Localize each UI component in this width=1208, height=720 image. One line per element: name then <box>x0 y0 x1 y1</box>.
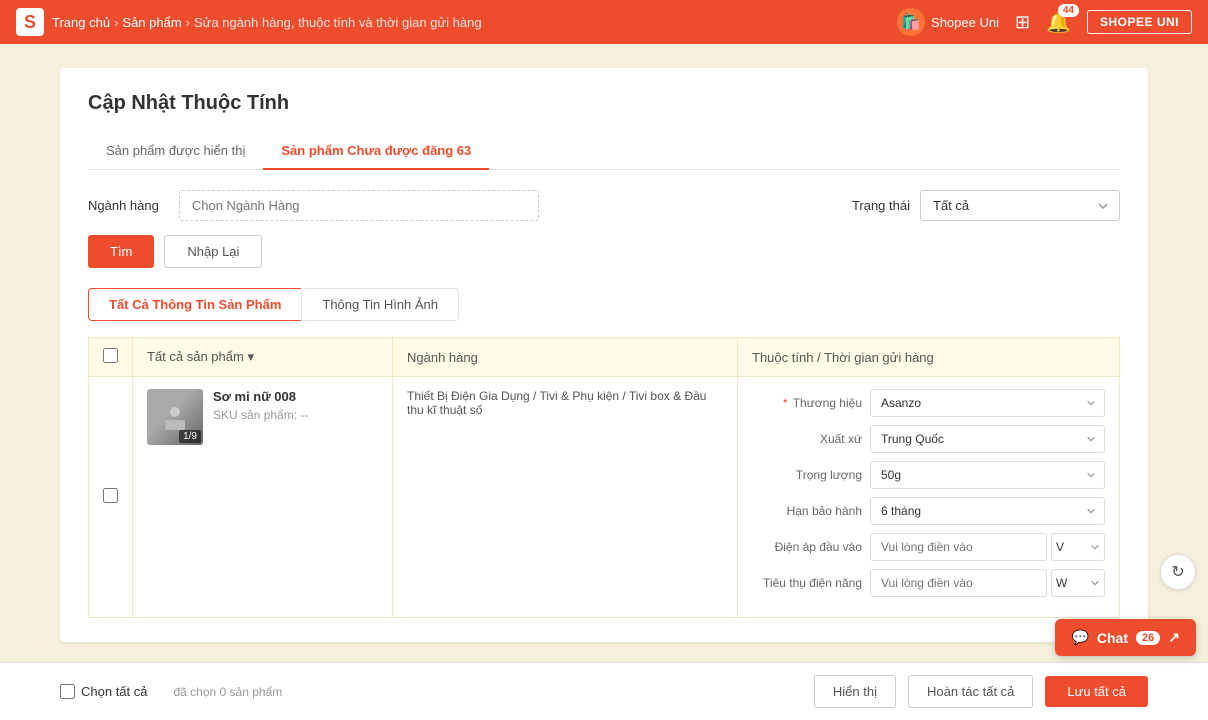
tab-bar: Sản phẩm được hiển thị Sản phẩm Chưa đượ… <box>88 133 1120 170</box>
row-nganh-cell: Thiết Bị Điện Gia Dụng / Tivi & Phụ kiện… <box>393 377 738 618</box>
breadcrumb-products[interactable]: Sản phẩm <box>122 15 181 30</box>
footer-select-all[interactable] <box>60 684 75 699</box>
chat-icon: 💬 <box>1071 629 1088 646</box>
attr-dien-ap: Điện áp đầu vào V <box>752 533 1105 561</box>
tim-button[interactable]: Tìm <box>88 235 154 268</box>
attr-trong-luong-label: Trọng lượng <box>752 468 862 482</box>
attr-thuong-hieu: * Thương hiệu Asanzo <box>752 389 1105 417</box>
side-refresh-icon[interactable]: ↻ <box>1160 554 1196 590</box>
attr-xuat-xu: Xuất xứ Trung Quốc <box>752 425 1105 453</box>
product-cell: 1/9 Sơ mi nữ 008 SKU sản phẩm: -- <box>147 389 378 445</box>
row-product-cell: 1/9 Sơ mi nữ 008 SKU sản phẩm: -- <box>133 377 393 618</box>
notif-badge: 44 <box>1058 4 1079 17</box>
nganh-hang-value: Thiết Bị Điện Gia Dụng / Tivi & Phụ kiện… <box>407 389 723 417</box>
footer-right: Hiển thị Hoàn tác tất cả Lưu tất cả <box>814 675 1148 708</box>
grid-icon[interactable]: ⊞ <box>1015 12 1030 33</box>
select-all-checkbox[interactable] <box>103 348 118 363</box>
product-name: Sơ mi nữ 008 <box>213 389 308 404</box>
seg-tab-all-info[interactable]: Tất Cả Thông Tin Sản Phẩm <box>88 288 301 321</box>
attr-han-bao-hanh-label: Hạn bảo hành <box>752 504 862 518</box>
trang-thai-select[interactable]: Tất cả Đang hoạt động Đã ẩn <box>920 190 1120 221</box>
shopee-logo[interactable]: S <box>16 8 44 36</box>
attr-dien-ap-unit[interactable]: V <box>1051 533 1105 561</box>
action-buttons: Tìm Nhập Lại <box>88 235 1120 268</box>
chat-arrow-icon: ↗ <box>1168 629 1180 646</box>
attr-tieu-thu-input-wrap: W <box>870 569 1105 597</box>
attr-tieu-thu-input[interactable] <box>870 569 1047 597</box>
attr-han-bao-hanh-select[interactable]: 6 tháng <box>870 497 1105 525</box>
filter-row: Ngành hàng Trạng thái Tất cả Đang hoạt đ… <box>88 190 1120 221</box>
attr-dien-ap-label: Điện áp đầu vào <box>752 540 862 554</box>
col-header-product: Tất cả sản phẩm ▾ <box>133 338 393 377</box>
seg-tab-image-info[interactable]: Thông Tin Hình Ảnh <box>301 288 459 321</box>
product-table: Tất cả sản phẩm ▾ Ngành hàng Thuộc tính … <box>88 337 1120 618</box>
shopee-uni-link[interactable]: 🛍️ Shopee Uni <box>897 8 999 36</box>
footer-selected-info: đã chọn 0 sản phẩm <box>174 685 283 699</box>
col-header-nganh: Ngành hàng <box>393 338 738 377</box>
attr-xuat-xu-select[interactable]: Trung Quốc <box>870 425 1105 453</box>
uni-avatar: 🛍️ <box>897 8 925 36</box>
hoan-tac-button[interactable]: Hoàn tác tất cả <box>908 675 1033 708</box>
attr-dien-ap-input[interactable] <box>870 533 1047 561</box>
nhap-lai-button[interactable]: Nhập Lại <box>164 235 262 268</box>
hien-thi-button[interactable]: Hiển thị <box>814 675 896 708</box>
notification-icon[interactable]: 🔔 44 <box>1046 10 1071 35</box>
tab-chua-dang[interactable]: Sản phẩm Chưa được đăng 63 <box>263 133 489 170</box>
attr-thuong-hieu-select[interactable]: Asanzo <box>870 389 1105 417</box>
table-row: 1/9 Sơ mi nữ 008 SKU sản phẩm: -- Thiết … <box>89 377 1120 618</box>
trang-thai-label: Trạng thái <box>852 198 910 213</box>
thumb-badge: 1/9 <box>179 430 201 443</box>
attr-trong-luong: Trọng lượng 50g <box>752 461 1105 489</box>
row-check-cell <box>89 377 133 618</box>
content-card: Cập Nhật Thuộc Tính Sản phẩm được hiển t… <box>60 68 1148 642</box>
col-header-attr: Thuộc tính / Thời gian gửi hàng <box>738 338 1120 377</box>
chat-badge: 26 <box>1136 631 1160 645</box>
col-header-check <box>89 338 133 377</box>
top-navigation: S Trang chủ › Sản phẩm › Sửa ngành hàng,… <box>0 0 1208 44</box>
product-thumbnail: 1/9 <box>147 389 203 445</box>
tab-hien-thi[interactable]: Sản phẩm được hiển thị <box>88 133 263 170</box>
attr-xuat-xu-label: Xuất xứ <box>752 432 862 446</box>
nav-right: 🛍️ Shopee Uni ⊞ 🔔 44 SHOPEE UNI <box>897 8 1192 36</box>
attr-dien-ap-input-wrap: V <box>870 533 1105 561</box>
breadcrumb: Trang chủ › Sản phẩm › Sửa ngành hàng, t… <box>52 15 482 30</box>
attr-tieu-thu-unit[interactable]: W <box>1051 569 1105 597</box>
luu-tat-ca-button[interactable]: Lưu tất cả <box>1045 676 1148 707</box>
shopee-uni-label: Shopee Uni <box>931 15 999 30</box>
nganh-hang-input[interactable] <box>179 190 539 221</box>
product-info: Sơ mi nữ 008 SKU sản phẩm: -- <box>213 389 308 422</box>
attr-tieu-thu-label: Tiêu thụ điện năng <box>752 576 862 590</box>
user-button[interactable]: SHOPEE UNI <box>1087 10 1192 34</box>
footer-check-wrap: Chọn tất cả <box>60 684 148 699</box>
attr-han-bao-hanh: Hạn bảo hành 6 tháng <box>752 497 1105 525</box>
attr-thuong-hieu-label: * Thương hiệu <box>752 396 862 410</box>
segment-tab-bar: Tất Cả Thông Tin Sản Phẩm Thông Tin Hình… <box>88 288 1120 321</box>
row-attr-cell: * Thương hiệu Asanzo Xuất xứ Trung Quốc <box>738 377 1120 618</box>
product-sku: SKU sản phẩm: -- <box>213 408 308 422</box>
page-title: Cập Nhật Thuộc Tính <box>88 92 1120 115</box>
breadcrumb-current: Sửa ngành hàng, thuộc tính và thời gian … <box>194 15 482 30</box>
attr-trong-luong-select[interactable]: 50g <box>870 461 1105 489</box>
footer-bar: Chọn tất cả đã chọn 0 sản phẩm Hiển thị … <box>0 662 1208 720</box>
breadcrumb-home[interactable]: Trang chủ <box>52 15 110 30</box>
footer-check-label: Chọn tất cả <box>81 684 148 699</box>
chat-label: Chat <box>1097 630 1128 646</box>
main-content: Cập Nhật Thuộc Tính Sản phẩm được hiển t… <box>0 44 1208 666</box>
row-checkbox[interactable] <box>103 488 118 503</box>
attr-tieu-thu: Tiêu thụ điện năng W <box>752 569 1105 597</box>
chat-button[interactable]: 💬 Chat 26 ↗ <box>1055 619 1196 656</box>
trang-thai-filter: Trạng thái Tất cả Đang hoạt động Đã ẩn <box>852 190 1120 221</box>
nganh-hang-label: Ngành hàng <box>88 198 159 213</box>
